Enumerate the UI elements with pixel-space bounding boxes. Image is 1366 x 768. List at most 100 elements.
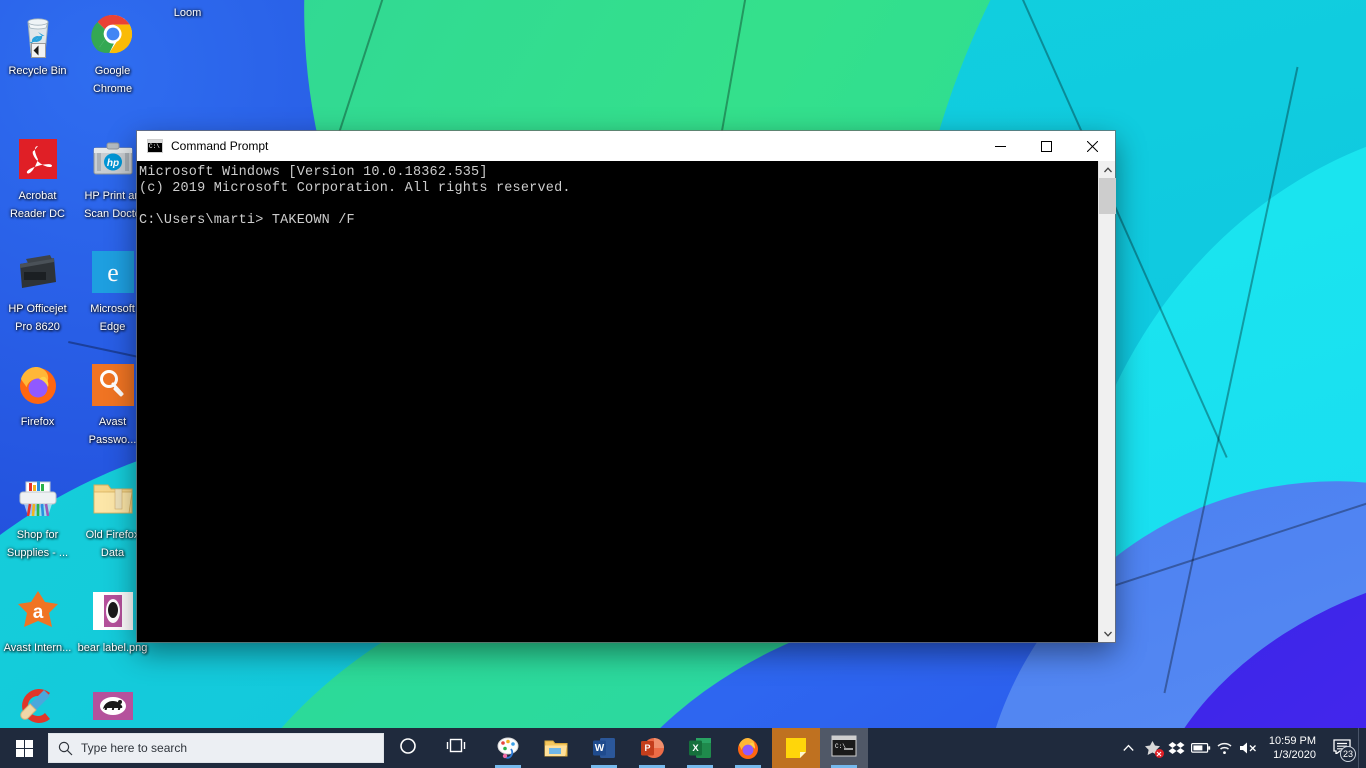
desktop-icon-row: Shop for Supplies - ... Old Firefox Data (0, 470, 160, 563)
desktop-icon-label: Firefox (20, 416, 55, 428)
scroll-up-arrow-icon[interactable] (1099, 161, 1116, 178)
show-hidden-icons-button[interactable] (1117, 728, 1141, 768)
search-input[interactable]: Type here to search (48, 733, 384, 763)
taskbar-clock[interactable]: 10:59 PM 1/3/2020 (1261, 728, 1326, 768)
svg-text:X: X (692, 743, 699, 754)
desktop-icon-label: HP Officejet Pro 8620 (8, 303, 67, 333)
desktop-icon-label: Recycle Bin (8, 65, 67, 77)
firefox-icon (14, 361, 62, 409)
desktop-icon-label: HP Print an Scan Docto (84, 190, 141, 220)
battery-icon[interactable] (1189, 728, 1213, 768)
desktop-icon-label: Avast Intern... (3, 642, 72, 654)
minimize-button[interactable] (977, 131, 1023, 161)
desktop-icon-label: Microsoft Edge (90, 303, 135, 333)
task-view-button[interactable] (432, 728, 480, 768)
scroll-down-arrow-icon[interactable] (1099, 625, 1116, 642)
desktop-icon-label: Avast Passwo... (88, 416, 137, 446)
shop-for-supplies-icon (14, 474, 62, 522)
file-explorer-icon (543, 735, 569, 761)
console-scrollbar[interactable] (1098, 161, 1116, 642)
taskbar-app-command-prompt[interactable]: C:\ (820, 728, 868, 768)
desktop-icon-grid: Recycle Bin Google Chrome Loom Acrobat R… (0, 0, 202, 768)
taskbar-app-file-explorer[interactable] (532, 728, 580, 768)
svg-text:a: a (32, 602, 43, 623)
desktop-icon-label: Google Chrome (92, 65, 133, 95)
taskbar-app-powerpoint[interactable]: P (628, 728, 676, 768)
desktop-icon-loom[interactable]: Loom (150, 0, 225, 23)
sticky-notes-icon (783, 735, 809, 761)
desktop-icon-label: Old Firefox Data (85, 529, 140, 559)
console-output[interactable]: Microsoft Windows [Version 10.0.18362.53… (137, 161, 1098, 642)
taskbar-app-paint-3d[interactable] (484, 728, 532, 768)
taskbar[interactable]: Type here to search W P X C:\ 10:59 PM 1… (0, 728, 1366, 768)
avast-tray-icon[interactable] (1141, 728, 1165, 768)
dropbox-icon[interactable] (1165, 728, 1189, 768)
desktop-icon-label: Shop for Supplies - ... (6, 529, 69, 559)
desktop-icon-shop-for-supplies[interactable]: Shop for Supplies - ... (0, 470, 75, 563)
cortana-circle-icon (399, 737, 417, 760)
desktop-icon-row: Recycle Bin Google Chrome (0, 6, 160, 99)
action-center-button[interactable]: 23 (1326, 728, 1358, 768)
word-icon: W (591, 735, 617, 761)
window-titlebar[interactable]: Command Prompt (137, 131, 1115, 161)
desktop-icon-label: Loom (173, 7, 202, 19)
desktop-icon-label: Acrobat Reader DC (9, 190, 66, 220)
excel-icon: X (687, 735, 713, 761)
command-prompt-icon: C:\ (831, 735, 857, 761)
desktop-icon-row: HP Officejet Pro 8620 e Microsoft Edge (0, 244, 160, 337)
desktop-icon-firefox[interactable]: Firefox (0, 357, 75, 450)
avast-internet-security-icon: a (14, 587, 62, 635)
taskbar-app-firefox[interactable] (724, 728, 772, 768)
desktop-icon-label: bear label.png (77, 642, 148, 654)
taskbar-app-word[interactable]: W (580, 728, 628, 768)
start-button[interactable] (0, 728, 48, 768)
clock-time: 10:59 PM (1268, 735, 1316, 747)
windows-logo-icon (15, 739, 33, 757)
desktop-icon-row: a Avast Intern... bear label.png (0, 583, 160, 658)
cortana-button[interactable] (384, 728, 432, 768)
search-icon (49, 741, 81, 756)
command-prompt-icon (147, 139, 163, 153)
scrollbar-thumb[interactable] (1099, 178, 1116, 214)
taskbar-app-sticky-notes[interactable] (772, 728, 820, 768)
task-view-icon (446, 737, 466, 759)
image-file-icon (89, 587, 137, 635)
avast-alert-badge (1154, 749, 1164, 758)
speaker-muted-icon[interactable] (1237, 728, 1261, 768)
desktop-icon-row: Acrobat Reader DC hp HP Print an Scan Do… (0, 131, 160, 224)
ccleaner-icon (14, 682, 62, 730)
desktop-icon-acrobat-reader[interactable]: Acrobat Reader DC (0, 131, 75, 224)
microsoft-edge-icon: e (89, 248, 137, 296)
desktop-icon-avast-internet-security[interactable]: a Avast Intern... (0, 583, 75, 658)
command-prompt-window[interactable]: Command Prompt Microsoft Windows [Versio… (137, 131, 1116, 642)
shortcut-arrow-icon (31, 43, 46, 58)
wifi-icon[interactable] (1213, 728, 1237, 768)
clock-date: 1/3/2020 (1273, 749, 1316, 761)
image-file-icon (89, 682, 137, 730)
svg-text:hp: hp (106, 158, 118, 169)
acrobat-reader-icon (14, 135, 62, 183)
show-desktop-button[interactable] (1358, 728, 1366, 768)
close-button[interactable] (1069, 131, 1115, 161)
folder-icon (89, 474, 137, 522)
taskbar-app-excel[interactable]: X (676, 728, 724, 768)
desktop[interactable]: Recycle Bin Google Chrome Loom Acrobat R… (0, 0, 1366, 768)
hp-officejet-icon (14, 248, 62, 296)
system-tray: 10:59 PM 1/3/2020 23 (1117, 728, 1366, 768)
desktop-icon-hp-officejet[interactable]: HP Officejet Pro 8620 (0, 244, 75, 337)
desktop-icon-google-chrome[interactable]: Google Chrome (31, 6, 150, 99)
powerpoint-icon: P (639, 735, 665, 761)
window-title: Command Prompt (171, 139, 269, 153)
desktop-icon-row: Firefox Avast Passwo... (0, 357, 160, 450)
avast-passwords-icon (89, 361, 137, 409)
search-placeholder: Type here to search (81, 741, 188, 755)
console-area[interactable]: Microsoft Windows [Version 10.0.18362.53… (137, 161, 1116, 642)
taskbar-apps: W P X C:\ (484, 728, 868, 768)
google-chrome-icon (89, 10, 137, 58)
svg-text:P: P (644, 743, 650, 753)
paint-icon (495, 735, 521, 761)
maximize-button[interactable] (1023, 131, 1069, 161)
action-center-badge: 23 (1340, 746, 1356, 762)
hp-print-scan-doctor-icon: hp (89, 135, 137, 183)
firefox-icon (735, 735, 761, 761)
